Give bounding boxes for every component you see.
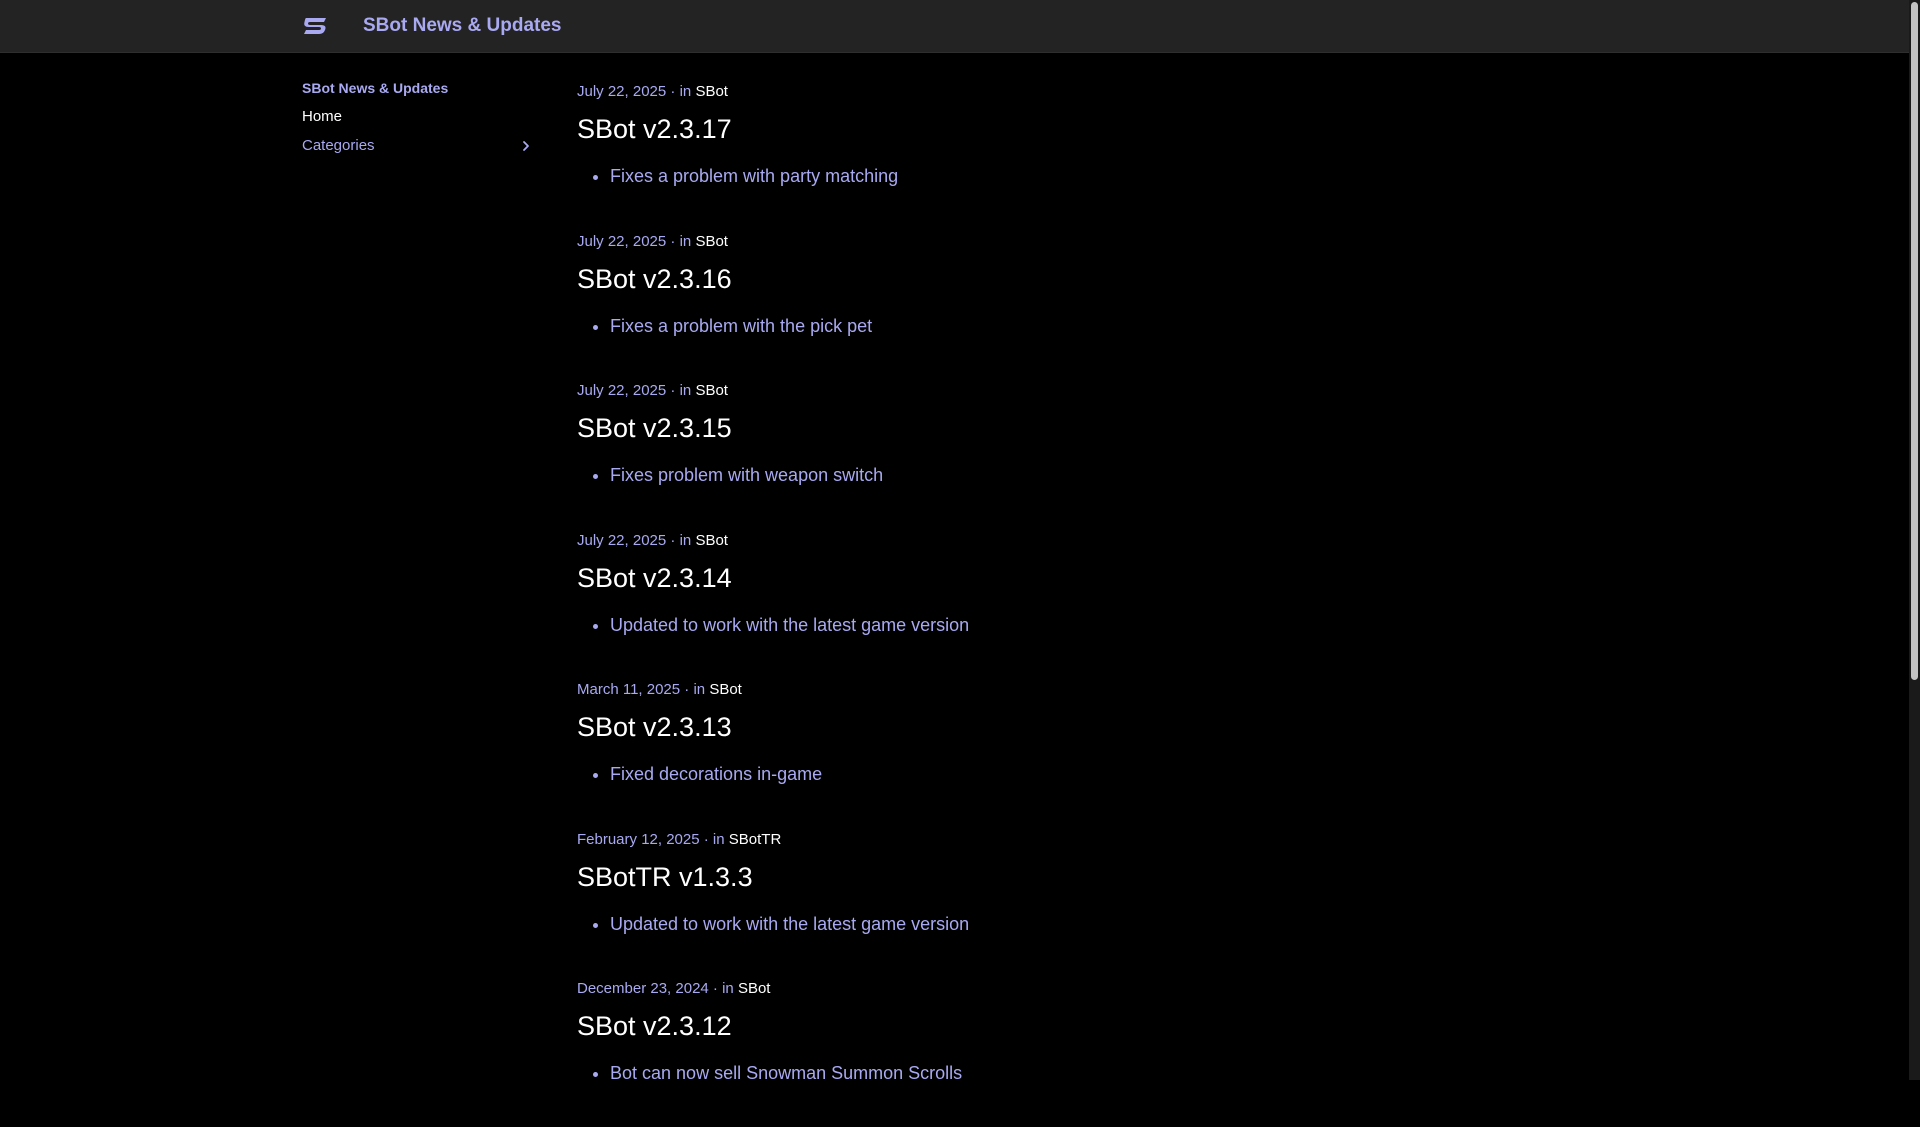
post-meta: July 22, 2025 · in SBot (577, 382, 728, 399)
post-entry: December 23, 2024 · in SBot SBot v2.3.12… (577, 977, 1577, 1127)
post-in-label: in (679, 382, 692, 399)
post-changelog: Fixes problem with weapon switch (577, 464, 883, 487)
sidebar-item-home[interactable]: Home (302, 107, 532, 127)
post-date: July 22, 2025 (577, 83, 667, 100)
post-title[interactable]: SBot v2.3.14 (577, 561, 732, 595)
post-changelog: Updated to work with the latest game ver… (577, 913, 969, 936)
sidebar-item-label: Categories (302, 137, 375, 154)
post-category-link[interactable]: SBot (695, 532, 728, 549)
post-entry: March 11, 2025 · in SBot SBot v2.3.13 Fi… (577, 678, 1577, 828)
post-changelog: Fixes a problem with the pick pet (577, 315, 872, 338)
post-title[interactable]: SBot v2.3.16 (577, 262, 732, 296)
list-item: Fixes problem with weapon switch (610, 464, 883, 487)
site-title-link[interactable]: SBot News & Updates (363, 14, 561, 38)
post-entry: February 12, 2025 · in SBotTR SBotTR v1.… (577, 828, 1577, 978)
post-meta: July 22, 2025 · in SBot (577, 232, 728, 250)
post-in-label: in (712, 830, 725, 848)
post-title[interactable]: SBot v2.3.17 (577, 112, 732, 146)
post-in-label: in (693, 681, 706, 698)
post-title[interactable]: SBot v2.3.13 (577, 710, 732, 744)
list-item: Updated to work with the latest game ver… (610, 614, 969, 637)
post-category-link[interactable]: SBotTR (729, 831, 782, 848)
post-meta: July 22, 2025 · in SBot (577, 83, 728, 100)
list-item: Updated to work with the latest game ver… (610, 913, 969, 936)
post-entry: July 22, 2025 · in SBot SBot v2.3.16 Fix… (577, 230, 1577, 380)
post-in-label: in (679, 531, 692, 549)
scrollbar-thumb[interactable] (1911, 2, 1918, 680)
post-in-label: in (679, 83, 692, 100)
post-meta: February 12, 2025 · in SBotTR (577, 830, 782, 848)
post-category-link[interactable]: SBot (695, 233, 728, 250)
post-category-link[interactable]: SBot (709, 681, 742, 698)
post-meta: July 22, 2025 · in SBot (577, 531, 728, 549)
post-category-link[interactable]: SBot (695, 382, 728, 399)
sidebar-item-categories[interactable]: Categories (302, 136, 532, 156)
list-item: Fixes a problem with the pick pet (610, 315, 872, 338)
post-category-link[interactable]: SBot (695, 83, 728, 100)
post-date: July 22, 2025 (577, 531, 667, 549)
post-category-link[interactable]: SBot (738, 980, 771, 997)
post-date: March 11, 2025 (577, 681, 681, 698)
post-date: December 23, 2024 (577, 980, 709, 997)
list-item: Fixed decorations in-game (610, 763, 822, 786)
post-in-label: in (679, 232, 692, 250)
post-changelog: Fixes a problem with party matching (577, 165, 898, 188)
list-item: Fixes a problem with party matching (610, 165, 898, 188)
post-feed: July 22, 2025 · in SBot SBot v2.3.17 Fix… (577, 80, 1577, 1127)
sidebar-heading: SBot News & Updates (302, 80, 449, 96)
post-title[interactable]: SBot v2.3.15 (577, 411, 732, 445)
post-changelog: Fixed decorations in-game (577, 763, 822, 786)
post-date: July 22, 2025 (577, 232, 667, 250)
post-meta: March 11, 2025 · in SBot (577, 681, 742, 698)
post-entry: July 22, 2025 · in SBot SBot v2.3.14 Upd… (577, 529, 1577, 679)
post-changelog: Bot can now sell Snowman Summon Scrolls (577, 1062, 962, 1085)
post-title[interactable]: SBot v2.3.12 (577, 1009, 732, 1043)
post-changelog: Updated to work with the latest game ver… (577, 614, 969, 637)
post-date: July 22, 2025 (577, 382, 667, 399)
post-entry: July 22, 2025 · in SBot SBot v2.3.17 Fix… (577, 80, 1577, 230)
post-title[interactable]: SBotTR v1.3.3 (577, 860, 753, 894)
sbot-logo-icon[interactable] (302, 17, 328, 35)
list-item: Bot can now sell Snowman Summon Scrolls (610, 1062, 962, 1085)
sidebar: SBot News & Updates Home Categories (302, 78, 532, 156)
post-meta: December 23, 2024 · in SBot (577, 980, 771, 997)
post-date: February 12, 2025 (577, 830, 700, 848)
chevron-right-icon (523, 141, 529, 151)
post-in-label: in (722, 980, 734, 997)
post-entry: July 22, 2025 · in SBot SBot v2.3.15 Fix… (577, 379, 1577, 529)
top-bar: SBot News & Updates (0, 0, 1909, 53)
